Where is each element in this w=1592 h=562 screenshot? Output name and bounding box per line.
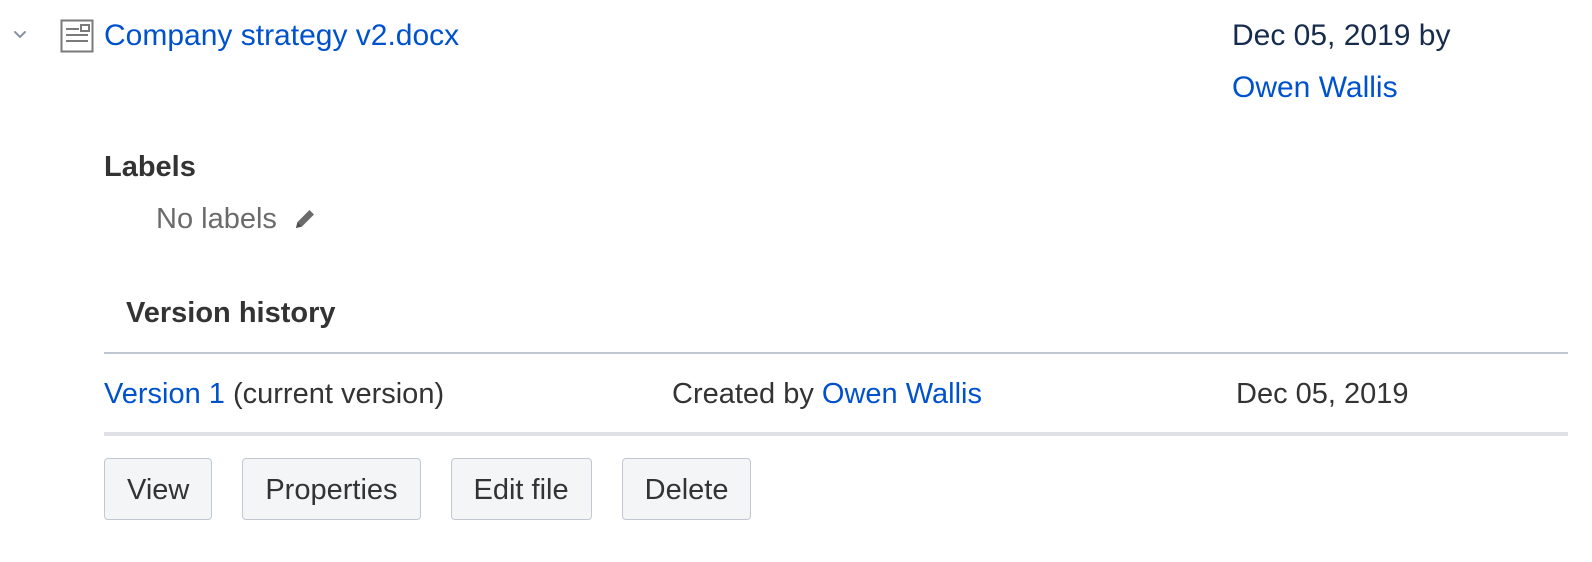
labels-heading: Labels <box>104 151 196 183</box>
chevron-down-icon[interactable] <box>8 22 32 46</box>
modified-by-user-link[interactable]: Owen Wallis <box>1232 71 1398 104</box>
edit-file-button[interactable]: Edit file <box>450 458 592 520</box>
pencil-icon[interactable] <box>291 205 319 233</box>
created-by-cell: Created by Owen Wallis <box>672 374 982 414</box>
divider <box>104 352 1568 354</box>
no-labels-text: No labels <box>156 203 277 235</box>
view-button[interactable]: View <box>104 458 213 520</box>
version-note: (current version) <box>232 378 445 410</box>
version-link[interactable]: Version 1 <box>104 378 225 410</box>
version-row: Version 1 (current version) Created by O… <box>104 374 1568 414</box>
divider <box>104 432 1568 436</box>
attachment-actions: View Properties Edit file Delete <box>104 458 752 520</box>
delete-button[interactable]: Delete <box>621 458 752 520</box>
attachment-details-panel: Company strategy v2.docx Dec 05, 2019 by… <box>0 0 1592 562</box>
created-by-prefix: Created by <box>672 378 814 410</box>
attachment-meta: Dec 05, 2019 by Owen Wallis <box>1232 16 1450 108</box>
attachment-file-link[interactable]: Company strategy v2.docx <box>104 16 459 56</box>
version-date: Dec 05, 2019 <box>1236 378 1409 410</box>
modified-date: Dec 05, 2019 by <box>1232 19 1451 52</box>
labels-list: No labels <box>156 200 319 238</box>
version-history-heading: Version history <box>126 297 336 329</box>
created-by-user-link[interactable]: Owen Wallis <box>822 378 982 410</box>
version-cell: Version 1 (current version) <box>104 374 444 414</box>
document-icon <box>60 19 94 53</box>
properties-button[interactable]: Properties <box>242 458 421 520</box>
